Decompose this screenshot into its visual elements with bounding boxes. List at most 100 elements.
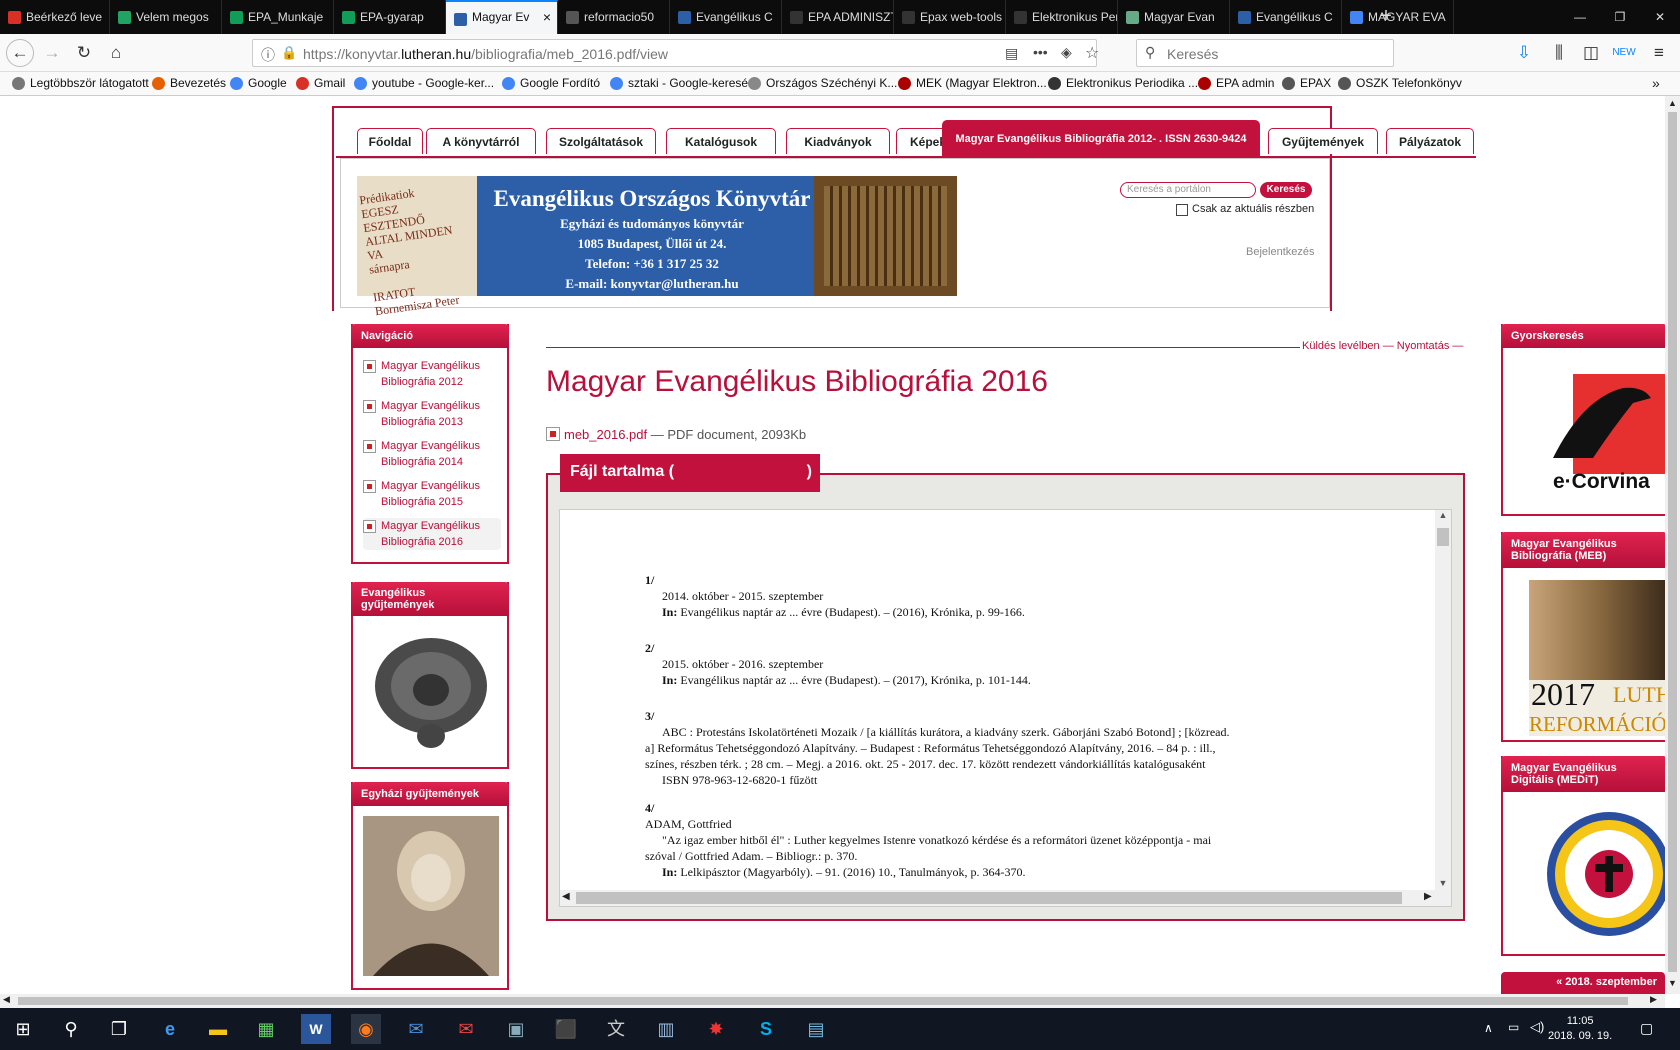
- browser-tab[interactable]: EPA ADMINISZTR: [782, 0, 894, 34]
- bookmark-item[interactable]: EPAX: [1282, 76, 1331, 90]
- scroll-down-icon[interactable]: ▼: [1668, 978, 1677, 988]
- nav-item[interactable]: Magyar Evangélikus Bibliográfia 2013: [363, 398, 501, 430]
- volume-icon[interactable]: ◁): [1530, 1019, 1544, 1035]
- scrollbar-thumb[interactable]: [576, 892, 1402, 904]
- calendar-portlet-header[interactable]: « 2018. szeptember: [1501, 972, 1665, 994]
- viewer-vertical-scrollbar[interactable]: ▲ ▼: [1435, 510, 1451, 892]
- scroll-right-icon[interactable]: ▶: [1424, 891, 1432, 902]
- reload-icon[interactable]: ↻: [70, 40, 98, 66]
- menu-icon[interactable]: ≡: [1645, 40, 1673, 66]
- mail-app-icon[interactable]: ✉: [451, 1014, 481, 1044]
- pdf-file-link[interactable]: meb_2016.pdf: [564, 427, 647, 442]
- nav-item[interactable]: Magyar Evangélikus Bibliográfia 2016: [363, 518, 501, 550]
- browser-tab[interactable]: Evangélikus C: [670, 0, 782, 34]
- site-tab[interactable]: Pályázatok: [1386, 128, 1474, 154]
- luther-rose-logo[interactable]: [1543, 806, 1665, 946]
- download-icon[interactable]: ⇩: [1510, 40, 1538, 66]
- site-tab[interactable]: Kiadványok: [786, 128, 890, 154]
- browser-tab[interactable]: Elektronikus Peric: [1006, 0, 1118, 34]
- document-actions[interactable]: Küldés levélben — Nyomtatás —: [1300, 340, 1466, 352]
- bookmark-item[interactable]: MEK (Magyar Elektron...: [898, 76, 1047, 90]
- start-icon[interactable]: ⊞: [8, 1014, 38, 1044]
- new-tab-button[interactable]: +: [1376, 0, 1396, 34]
- browser-tab[interactable]: reformacio50: [558, 0, 670, 34]
- url-bar[interactable]: ⓘ 🔒 https://konyvtar.lutheran.hu/bibliog…: [252, 39, 1099, 67]
- library-banner[interactable]: Prédikatiok EGESZ ESZTENDŐ ALTAL MINDEN VA…: [357, 176, 957, 318]
- viewer-horizontal-scrollbar[interactable]: ◀ ▶: [560, 890, 1451, 906]
- task-view-icon[interactable]: ❐: [104, 1014, 134, 1044]
- browser-tab[interactable]: EPA-gyarap: [334, 0, 446, 34]
- site-tab[interactable]: Főoldal: [357, 128, 423, 154]
- save-app-icon[interactable]: ▣: [501, 1014, 531, 1044]
- notepad-icon[interactable]: ▦: [251, 1014, 281, 1044]
- bookmark-item[interactable]: youtube - Google-ker...: [354, 76, 494, 90]
- pdf-viewer[interactable]: 1/2014. október - 2015. szeptember In: Ev…: [559, 509, 1452, 907]
- tray-chevron-icon[interactable]: ∧: [1484, 1021, 1493, 1035]
- login-link[interactable]: Bejelentkezés: [1246, 246, 1315, 258]
- info-icon[interactable]: ⓘ: [261, 45, 275, 65]
- book-app-icon[interactable]: ▥: [651, 1014, 681, 1044]
- acrobat-icon[interactable]: ⬛: [551, 1014, 581, 1044]
- scrollbar-thumb[interactable]: [18, 997, 1628, 1005]
- tab-close-icon[interactable]: ×: [543, 2, 551, 32]
- current-section-checkbox[interactable]: [1176, 204, 1188, 216]
- browser-tab[interactable]: Magyar Ev ×: [446, 0, 558, 34]
- back-icon[interactable]: ←: [6, 39, 34, 67]
- scroll-left-icon[interactable]: ◀: [3, 994, 10, 1005]
- notifications-icon[interactable]: ▢: [1640, 1020, 1653, 1037]
- pocket-icon[interactable]: ◈: [1061, 44, 1072, 61]
- browser-tab[interactable]: Beérkező leve: [0, 0, 110, 34]
- sidebar-icon[interactable]: ◫: [1577, 40, 1605, 66]
- site-tab[interactable]: Szolgáltatások: [546, 128, 656, 154]
- nav-item[interactable]: Magyar Evangélikus Bibliográfia 2014: [363, 438, 501, 470]
- search-icon[interactable]: ⚲: [56, 1014, 86, 1044]
- site-tab[interactable]: Gyűjtemények: [1268, 128, 1378, 154]
- bookmark-item[interactable]: Google Fordító: [502, 76, 600, 90]
- scroll-right-icon[interactable]: ▶: [1650, 994, 1657, 1005]
- bookmark-item[interactable]: OSZK Telefonkönyv: [1338, 76, 1462, 90]
- browser-tab[interactable]: Velem megos: [110, 0, 222, 34]
- minimize-button[interactable]: —: [1560, 0, 1600, 34]
- notes-app-icon[interactable]: ▤: [801, 1014, 831, 1044]
- bookmark-star-icon[interactable]: ☆: [1085, 43, 1099, 63]
- portal-search-button[interactable]: Keresés: [1260, 182, 1312, 198]
- site-tab[interactable]: A könyvtárról: [426, 128, 536, 154]
- taskbar-clock[interactable]: 11:05 2018. 09. 19.: [1548, 1014, 1612, 1044]
- bookmark-item[interactable]: EPA admin: [1198, 76, 1274, 90]
- edge-icon[interactable]: e: [155, 1014, 185, 1044]
- nav-item[interactable]: Magyar Evangélikus Bibliográfia 2015: [363, 478, 501, 510]
- new-feature-icon[interactable]: NEW: [1610, 40, 1638, 66]
- file-explorer-icon[interactable]: ▬: [203, 1014, 233, 1044]
- skype-icon[interactable]: S: [751, 1014, 781, 1044]
- bookmark-item[interactable]: Legtöbbször látogatott: [12, 76, 149, 90]
- reader-view-icon[interactable]: ▤: [1005, 45, 1018, 62]
- library-icon[interactable]: ⫼: [1545, 40, 1573, 66]
- browser-tab[interactable]: Epax web-tools: [894, 0, 1006, 34]
- site-tab[interactable]: Magyar Evangélikus Bibliográfia 2012- . …: [942, 120, 1260, 160]
- bookmarks-overflow-icon[interactable]: »: [1652, 75, 1660, 91]
- browser-tab[interactable]: Magyar Evan: [1118, 0, 1230, 34]
- forward-icon[interactable]: →: [38, 40, 66, 66]
- scrollbar-thumb[interactable]: [1437, 528, 1449, 546]
- portal-search-input[interactable]: Keresés a portálon: [1120, 182, 1256, 198]
- home-icon[interactable]: ⌂: [102, 40, 130, 66]
- network-icon[interactable]: ▭: [1508, 1020, 1519, 1034]
- media-app-icon[interactable]: ✸: [701, 1014, 731, 1044]
- reformation-poster[interactable]: 2017 LUTH REFORMÁCIÓ: [1529, 580, 1665, 736]
- scroll-up-icon[interactable]: ▲: [1668, 98, 1677, 108]
- scroll-up-icon[interactable]: ▲: [1435, 510, 1451, 524]
- bookmark-item[interactable]: Gmail: [296, 76, 345, 90]
- browser-tab[interactable]: MAGYAR EVA: [1342, 0, 1454, 34]
- thunderbird-icon[interactable]: ✉: [401, 1014, 431, 1044]
- lutheran-collections-image[interactable]: [363, 628, 499, 756]
- site-tab[interactable]: Katalógusok: [666, 128, 776, 154]
- bookmark-item[interactable]: Elektronikus Periodika ...: [1048, 76, 1198, 90]
- page-vertical-scrollbar[interactable]: ▲ ▼: [1665, 96, 1680, 994]
- ecorvina-logo[interactable]: e·Corvina: [1513, 358, 1665, 498]
- bookmark-item[interactable]: sztaki - Google-keresés: [610, 76, 754, 90]
- firefox-icon[interactable]: ◉: [351, 1014, 381, 1044]
- bookmark-item[interactable]: Országos Széchényi K...: [748, 76, 897, 90]
- browser-tab[interactable]: EPA_Munkaje: [222, 0, 334, 34]
- translator-icon[interactable]: 文: [601, 1014, 631, 1044]
- word-icon[interactable]: W: [301, 1014, 331, 1044]
